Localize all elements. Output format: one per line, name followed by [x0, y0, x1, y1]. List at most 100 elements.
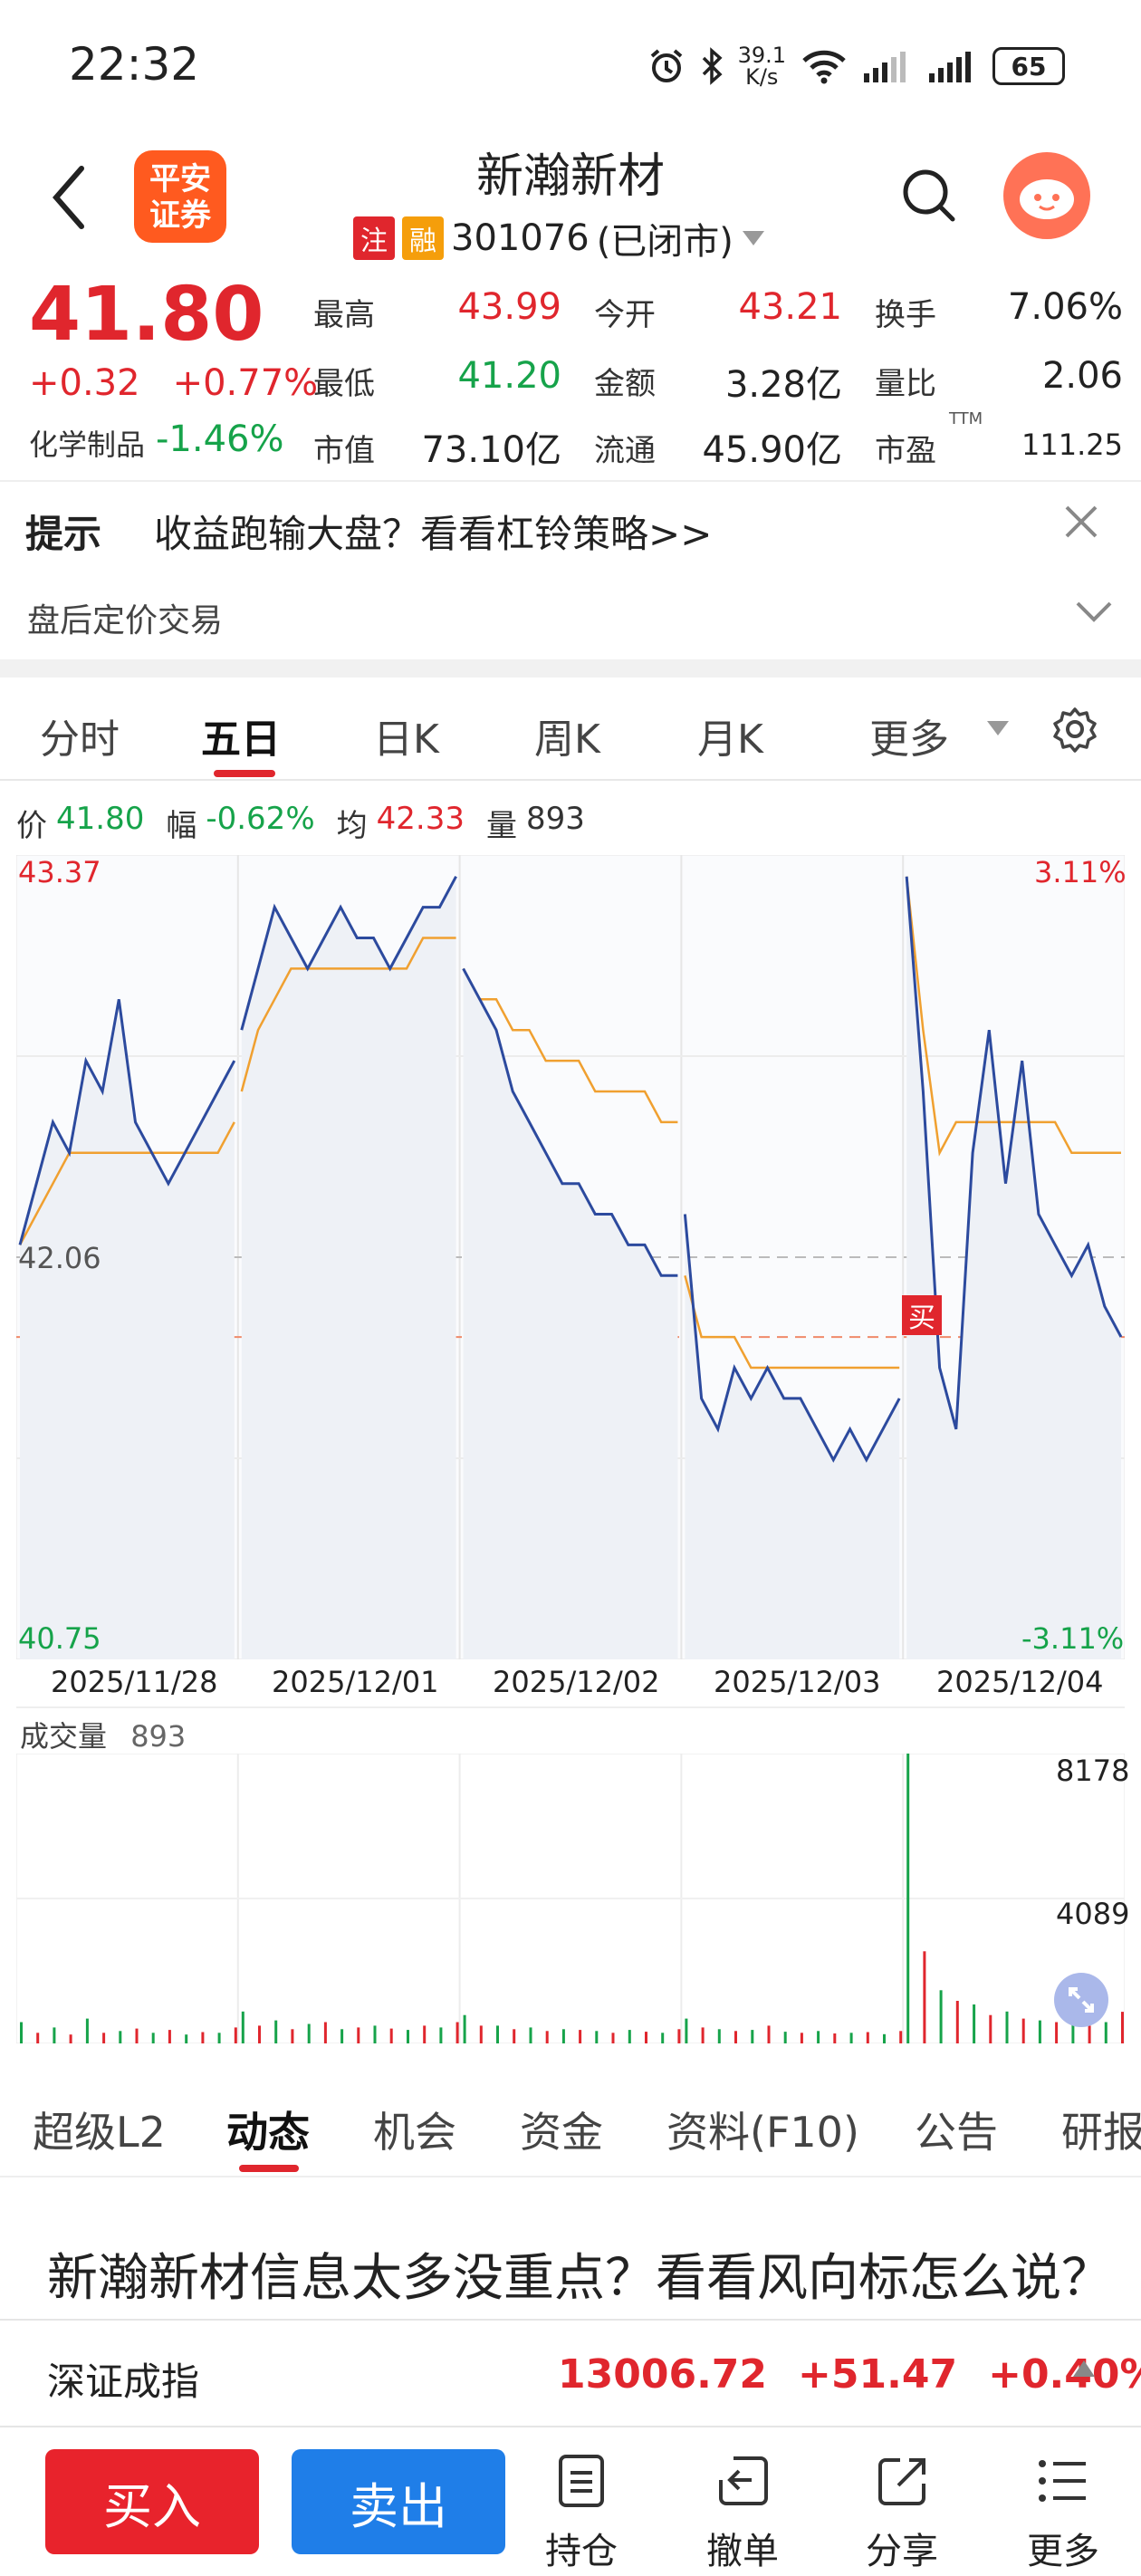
volume-bar — [258, 2025, 261, 2043]
volume-bar — [439, 2027, 443, 2043]
tab-more[interactable]: 更多 — [869, 706, 949, 764]
pct-axis-max: 3.11% — [1034, 855, 1127, 889]
stock-meta[interactable]: 注 融 301076 (已闭市) — [353, 212, 766, 264]
wifi-icon — [802, 50, 846, 84]
quote-label: 金额 — [594, 366, 656, 402]
expand-icon — [1069, 1987, 1094, 2013]
volume-bar — [833, 2033, 837, 2043]
volume-title-label: 成交量 — [20, 1719, 108, 1754]
net-speed-unit: K/s — [745, 64, 779, 90]
buy-marker[interactable]: 买 — [902, 1295, 942, 1335]
holdings-button[interactable]: 持仓 — [527, 2447, 636, 2574]
change-value: +0.32 — [29, 362, 140, 404]
more-button[interactable]: 更多 — [1009, 2447, 1117, 2574]
news-headline[interactable]: 新瀚新材信息太多没重点？看看风向标怎么说？ — [47, 2237, 1116, 2319]
volume-bar — [955, 2001, 959, 2043]
stock-code: 301076 — [451, 217, 590, 259]
info-volume-label: 量 — [485, 808, 517, 844]
volume-bar — [217, 2033, 221, 2043]
volume-bar — [241, 2011, 244, 2043]
active-tab-indicator — [239, 2165, 299, 2172]
tab-research[interactable]: 研报 — [1061, 2100, 1141, 2159]
volume-bar — [939, 1990, 943, 2043]
share-button[interactable]: 分享 — [848, 2447, 956, 2574]
buy-button[interactable]: 买入 — [45, 2449, 259, 2554]
volume-bar — [168, 2030, 171, 2043]
volume-bar — [817, 2031, 820, 2043]
tab-news[interactable]: 动态 — [226, 2100, 310, 2159]
cancel-order-button[interactable]: 撤单 — [688, 2447, 797, 2574]
share-label: 分享 — [866, 2531, 938, 2572]
volume-axis-mid: 4089 — [1056, 1897, 1130, 1931]
volume-bar — [135, 2028, 139, 2043]
pct-axis-min: -3.11% — [1021, 1621, 1125, 1656]
volume-bar — [628, 2030, 631, 2043]
five-day-price-chart[interactable] — [16, 855, 1125, 1659]
volume-bar — [291, 2029, 294, 2043]
volume-bar — [751, 2030, 754, 2043]
search-button[interactable] — [896, 163, 962, 228]
x-axis-tick: 2025/11/28 — [51, 1665, 218, 1699]
quote-label: 流通 — [594, 433, 656, 469]
volume-bar — [1005, 2011, 1009, 2043]
tab-f10[interactable]: 资料(F10) — [666, 2100, 859, 2159]
expand-button[interactable] — [1074, 592, 1114, 634]
volume-bar — [20, 2022, 23, 2043]
active-tab-indicator — [214, 770, 275, 777]
tab-super-l2[interactable]: 超级L2 — [33, 2100, 166, 2159]
volume-bar — [423, 2025, 427, 2043]
info-avg-label: 均 — [336, 808, 368, 844]
quote-value: 41.20 — [457, 355, 561, 397]
divider — [16, 1706, 1125, 1708]
fullscreen-button[interactable] — [1054, 1973, 1108, 2027]
caret-up-icon[interactable] — [1070, 2355, 1098, 2382]
index-values: 13006.72 +51.47 +0.40% — [558, 2351, 1141, 2398]
quote-label: 市值 — [313, 433, 375, 469]
quote-value: 3.28亿 — [724, 364, 842, 406]
volume-bar — [1021, 2018, 1025, 2043]
assistant-avatar[interactable] — [1003, 152, 1090, 239]
tab-monthly-k[interactable]: 月K — [697, 706, 763, 764]
volume-bar — [923, 1951, 926, 2043]
quote-label: 量比 — [875, 366, 936, 402]
share-icon — [878, 2458, 925, 2505]
volume-bar — [734, 2031, 737, 2043]
holdings-icon — [559, 2455, 604, 2507]
info-price: 41.80 — [56, 801, 145, 837]
volume-bar — [1121, 2012, 1124, 2043]
cancel-order-icon — [719, 2456, 768, 2505]
y-axis-prev-close: 42.06 — [18, 1241, 101, 1275]
quote-label: 市盈 — [875, 433, 936, 469]
tab-opportunity[interactable]: 机会 — [373, 2100, 456, 2159]
margin-tag: 融 — [402, 216, 444, 260]
tab-daily-k[interactable]: 日K — [373, 706, 439, 764]
after-hours-trading[interactable]: 盘后定价交易 — [27, 594, 223, 641]
volume-bar — [685, 2018, 688, 2043]
tab-five-day[interactable]: 五日 — [201, 706, 281, 764]
bluetooth-icon — [702, 47, 723, 85]
sell-button[interactable]: 卖出 — [292, 2449, 505, 2554]
volume-bar — [800, 2033, 803, 2043]
tip-link[interactable]: 收益跑输大盘？看看杠铃策略>> — [154, 504, 712, 559]
quote-label: 今开 — [594, 297, 656, 333]
tab-intraday[interactable]: 分时 — [40, 706, 120, 764]
y-axis-max: 43.37 — [18, 855, 101, 889]
signal-icon — [864, 52, 906, 82]
volume-chart[interactable] — [16, 1754, 1125, 2043]
settings-gear-icon[interactable] — [1050, 705, 1099, 754]
info-price-label: 价 — [16, 808, 47, 844]
tab-funds[interactable]: 资金 — [520, 2100, 603, 2159]
tip-close-button[interactable] — [1061, 500, 1101, 553]
tab-weekly-k[interactable]: 周K — [534, 706, 600, 764]
volume-title: 成交量 893 — [20, 1714, 186, 1755]
sector-name[interactable]: 化学制品 — [29, 422, 145, 464]
quote-value: 73.10亿 — [421, 429, 561, 471]
volume-bar — [989, 2014, 992, 2043]
volume-bar — [561, 2029, 565, 2043]
chart-info-line: 价 41.80 幅 -0.62% 均 42.33 量 893 — [16, 801, 585, 845]
volume-bar — [973, 2004, 976, 2043]
volume-bar — [463, 2014, 466, 2043]
volume-axis-max: 8178 — [1056, 1754, 1130, 1788]
volume-bar — [611, 2033, 615, 2043]
tab-announcements[interactable]: 公告 — [915, 2100, 998, 2159]
